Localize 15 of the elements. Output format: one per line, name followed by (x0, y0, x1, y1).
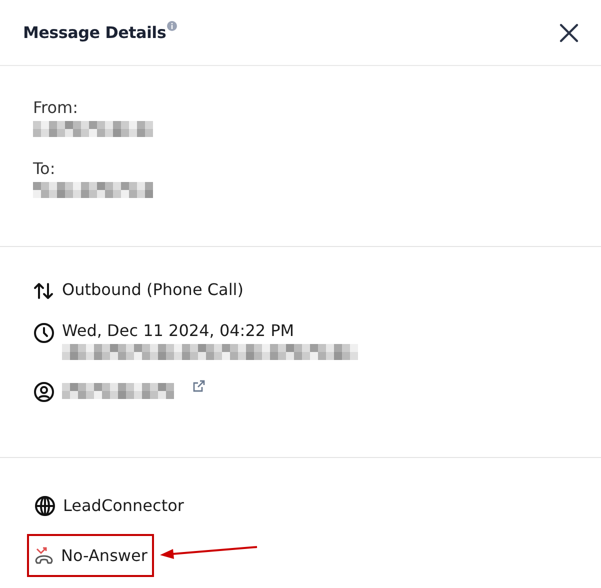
user-circle-icon (33, 381, 55, 403)
external-link-icon[interactable] (193, 380, 205, 392)
field-label: To: (33, 159, 56, 178)
field-label: From: (33, 98, 80, 117)
info-icon[interactable] (167, 21, 178, 31)
up-down-arrows-icon (33, 281, 55, 301)
detail-text: LeadConnector (63, 496, 184, 515)
close-button[interactable] (559, 22, 579, 42)
clock-icon (33, 322, 55, 344)
panel-title: Message Details (23, 23, 166, 42)
missed-call-icon (34, 546, 54, 566)
detail-text: No-Answer (61, 546, 148, 565)
globe-icon (34, 495, 56, 517)
detail-text: Outbound (Phone Call) (62, 280, 244, 299)
detail-text: Wed, Dec 11 2024, 04:22 PM (62, 321, 296, 340)
